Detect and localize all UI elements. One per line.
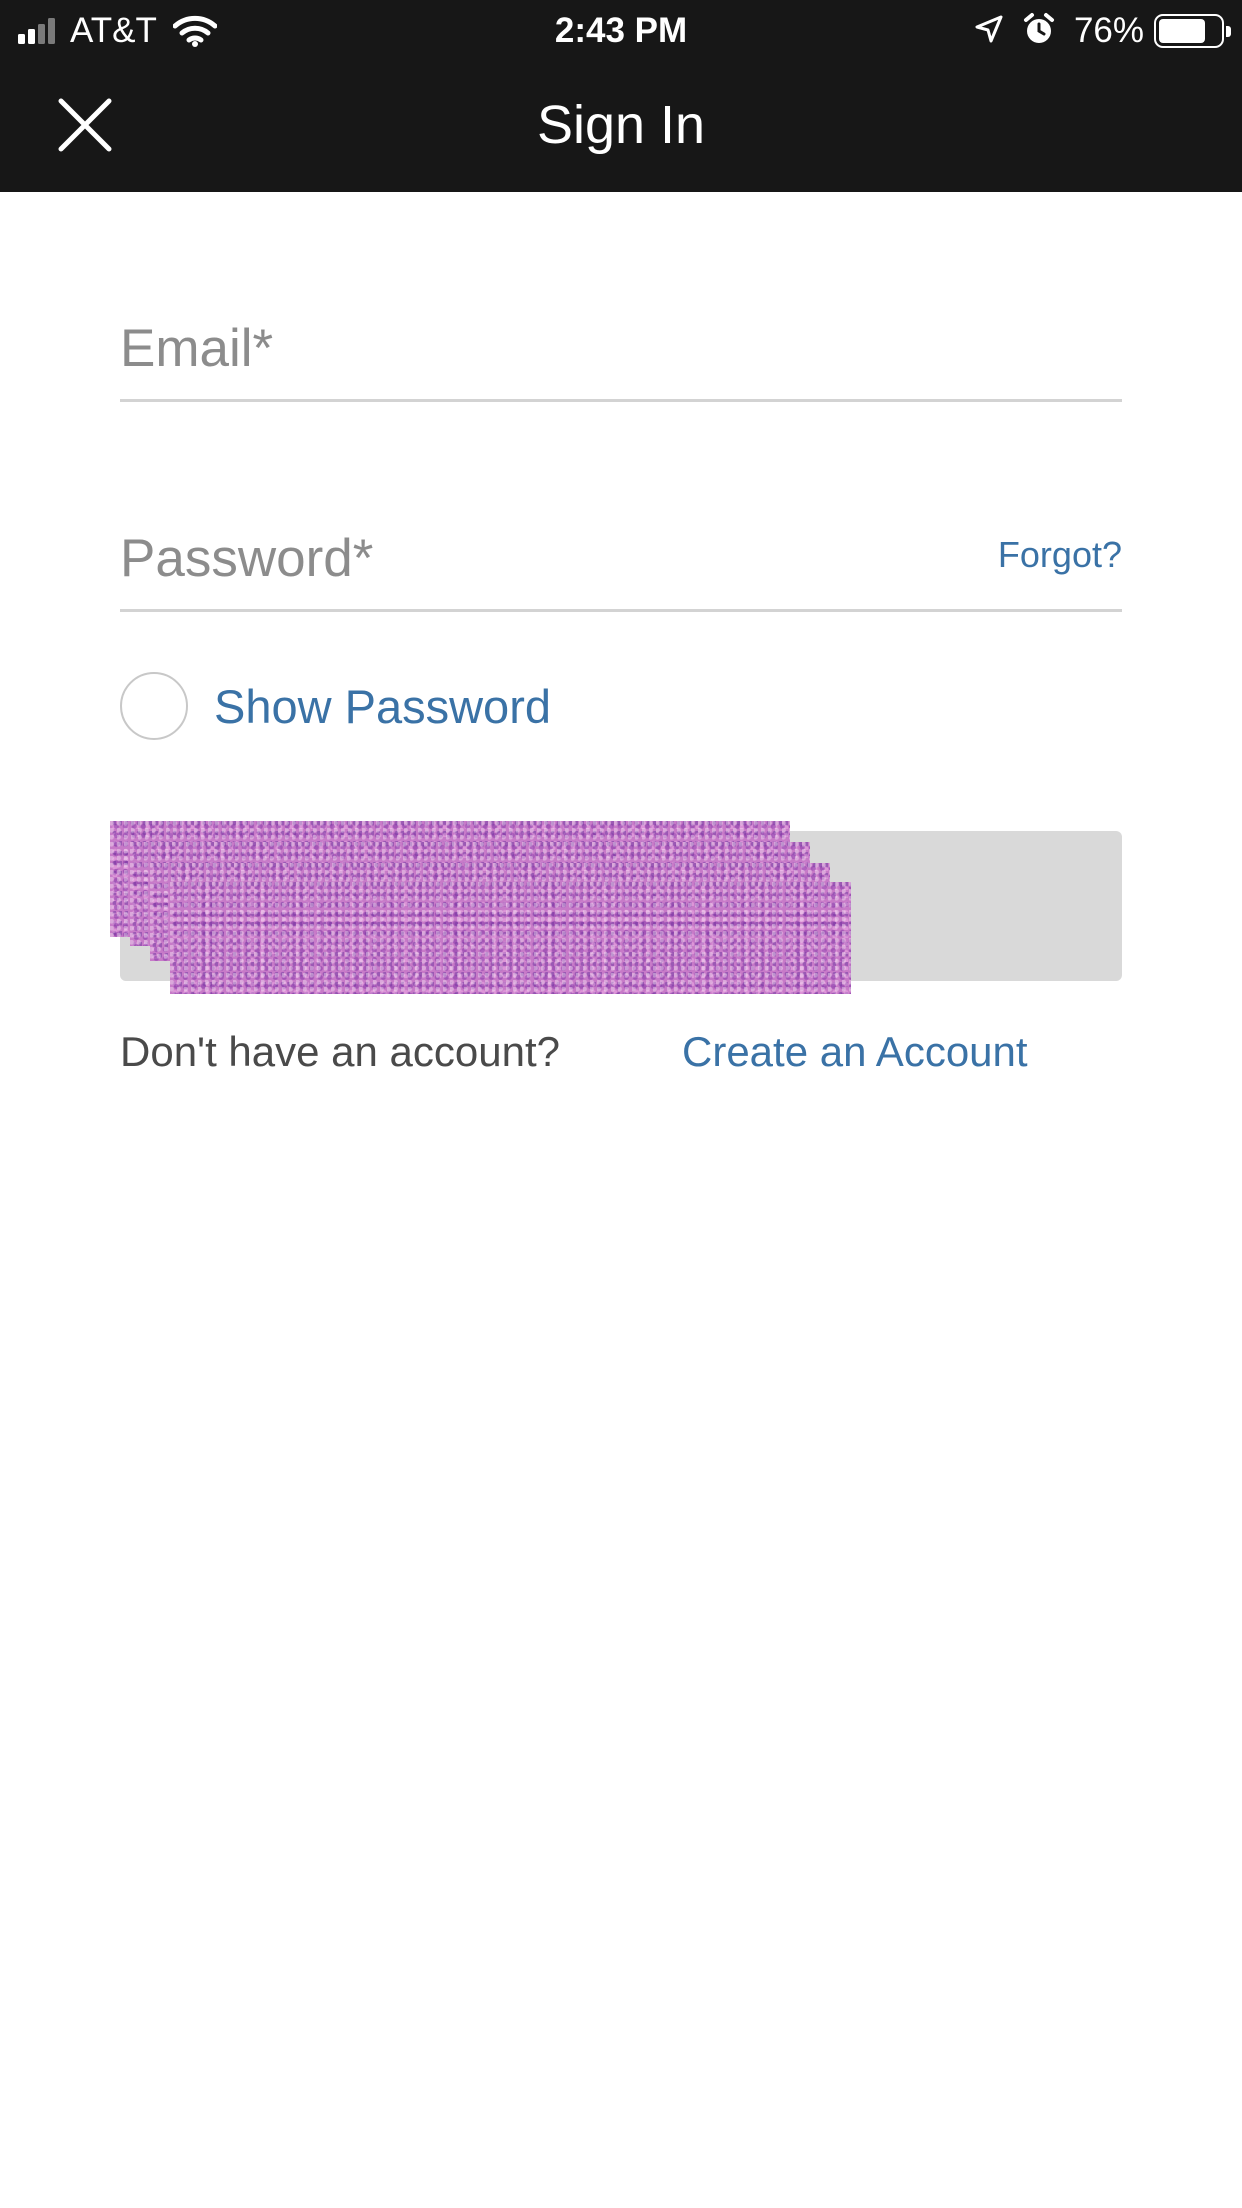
forgot-password-link[interactable]: Forgot? [998,534,1122,576]
email-field[interactable] [120,298,1122,398]
password-field[interactable] [120,508,920,608]
status-right: 76% [974,10,1231,52]
alarm-clock-icon [1022,12,1056,51]
page-title: Sign In [536,95,706,155]
show-password-label[interactable]: Show Password [214,679,551,734]
password-field-container: Forgot? [120,508,1122,612]
signup-prompt: Don't have an account? [120,1028,560,1075]
redacted-overlay [170,882,851,994]
battery-percent: 76% [1073,11,1144,50]
show-password-toggle[interactable]: Show Password [120,672,551,740]
email-field-container [120,298,1122,402]
battery-icon [1154,14,1231,48]
location-arrow-icon [974,14,1004,49]
create-account-link[interactable]: Create an Account [682,1028,1028,1076]
show-password-radio[interactable] [120,672,188,740]
signup-row: Don't have an account? Create an Account [120,1028,1122,1084]
top-bar: AT&T 2:43 PM 76% Sign In [0,0,1242,192]
battery-level-fill [1159,19,1205,43]
